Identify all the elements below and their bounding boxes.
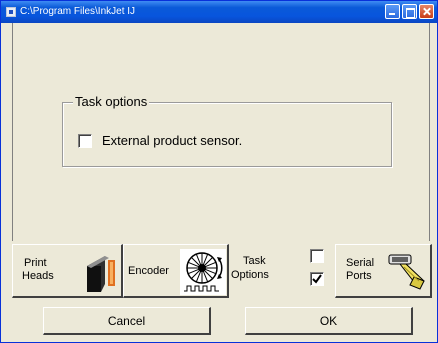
tab-task-options[interactable]: Task Options [231,244,333,298]
tab-print-heads-label-line1: Print [24,257,47,269]
app-icon [6,7,16,17]
tab-icon-checkbox-checked [310,272,324,286]
print-head-icon [87,256,115,292]
title-bar[interactable]: C:\Program Files\InkJet IJ [1,1,437,23]
tab-encoder-label: Encoder [128,265,169,277]
external-sensor-label[interactable]: External product sensor. [102,133,242,148]
window-title: C:\Program Files\InkJet IJ [20,6,136,17]
tab-icon-checkbox-empty [310,249,324,263]
tab-task-options-label-line1: Task [243,255,266,267]
encoder-wheel-icon [180,249,226,295]
check-icon [312,274,322,284]
tab-print-heads-label-line2: Heads [22,270,54,282]
external-sensor-checkbox[interactable] [78,134,92,148]
tab-serial-ports-label-line1: Serial [346,257,375,269]
maximize-button[interactable] [402,4,417,19]
close-button[interactable] [419,4,434,19]
tab-encoder[interactable]: Encoder [123,244,229,298]
task-options-group-title: Task options [73,94,150,109]
ok-button[interactable]: OK [245,307,413,335]
minimize-button[interactable] [385,4,400,19]
tab-task-options-label-line2: Options [231,269,269,281]
tab-row: Print Heads Encoder Task Options Serial … [12,244,432,299]
tab-serial-ports[interactable]: Serial Ports [335,244,432,298]
tab-print-heads[interactable]: Print Heads [12,244,123,298]
cancel-button[interactable]: Cancel [43,307,211,335]
serial-cable-icon [388,254,425,290]
app-window: C:\Program Files\InkJet IJ Task options … [0,0,438,343]
tab-serial-ports-label-line2: Ports [346,270,372,282]
window-controls [385,4,434,19]
